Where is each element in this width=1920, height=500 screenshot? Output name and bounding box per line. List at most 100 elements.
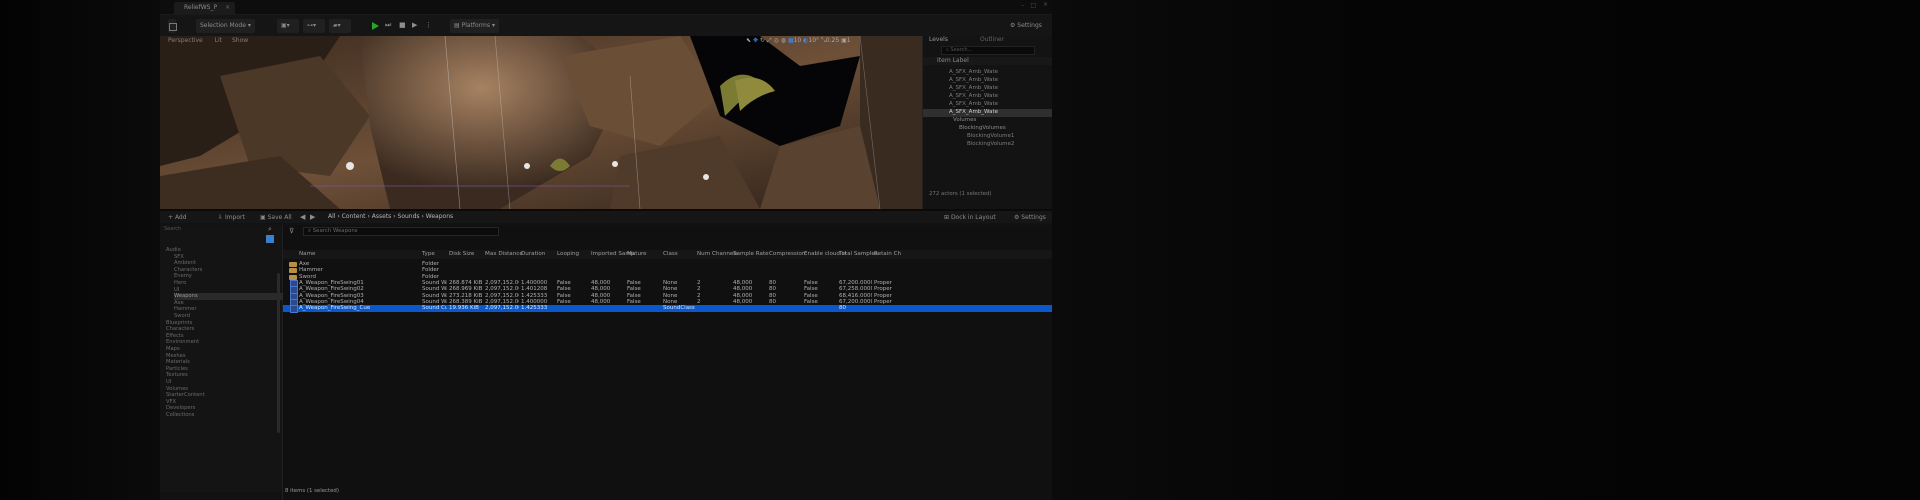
tree-search-field[interactable]: Search (164, 226, 264, 233)
play-options-icon[interactable]: ⋮ (425, 21, 432, 29)
tab-levels[interactable]: Levels (929, 36, 948, 44)
rotate-snap-value[interactable]: 10° (808, 37, 819, 44)
chevron-down-icon: ▾ (491, 22, 495, 29)
show-button[interactable]: Show (232, 37, 248, 44)
outliner-item[interactable]: A_SFX_Amb_Wate (949, 69, 998, 76)
settings-label: Settings (1017, 22, 1042, 29)
breadcrumb-content[interactable]: Content (342, 213, 366, 220)
back-icon[interactable]: ◀ (300, 213, 305, 221)
outliner-item[interactable]: A_SFX_Amb_Wate (949, 109, 998, 116)
column-header-loop[interactable]: Looping (557, 250, 579, 259)
outliner-search-field[interactable]: ⌕ Search... (941, 46, 1035, 55)
selection-mode-dropdown[interactable]: Selection Mode ▾ (196, 19, 255, 33)
blueprints-dropdown[interactable]: ⊶▾ (303, 19, 325, 33)
outliner-item[interactable]: BlockingVolume2 (967, 141, 1014, 148)
column-header-class[interactable]: Class (663, 250, 678, 259)
filter-icon[interactable]: ⊽ (289, 227, 294, 235)
eject-icon[interactable]: ▶ (412, 21, 417, 29)
play-button[interactable] (372, 22, 382, 32)
outliner-item[interactable]: A_SFX_Amb_Wate (949, 93, 998, 100)
folder-icon (289, 274, 297, 280)
minimize-button[interactable]: – (1021, 2, 1024, 9)
tree-filter-icon[interactable] (266, 235, 274, 243)
dock-in-layout-button[interactable]: ⊞ Dock in Layout (940, 211, 1000, 225)
outliner-status: 272 actors (1 selected) (929, 191, 992, 197)
column-header-type[interactable]: Type (422, 250, 435, 259)
content-browser: + Add ⇩ Import ▣ Save All ◀ ▶ All › Cont… (160, 209, 1052, 500)
outliner-item[interactable]: BlockingVolume1 (967, 133, 1014, 140)
platforms-label: Platforms (461, 22, 491, 29)
perspective-button[interactable]: Perspective (168, 37, 203, 44)
cinematics-dropdown[interactable]: ▰▾ (329, 19, 351, 33)
folder-tree: Search ⌕ Audio SFX Ambient Characters Enemy H… (160, 225, 284, 500)
step-icon[interactable]: ⏭ (385, 21, 391, 29)
outliner-search-placeholder: Search... (950, 47, 973, 53)
breadcrumb-all[interactable]: All (328, 213, 335, 220)
grid-snap-value[interactable]: 10 (794, 37, 802, 44)
breadcrumb-assets[interactable]: Assets (372, 213, 392, 220)
column-header-name[interactable]: Name (299, 250, 316, 259)
column-header-rate[interactable]: Sample Rate (733, 250, 769, 259)
content-settings-button[interactable]: ⚙ Settings (1010, 211, 1050, 225)
content-status: 8 items (1 selected) (285, 488, 339, 494)
outliner-item[interactable]: Volumes (953, 117, 976, 124)
translate-tool-icon[interactable]: ✥ (753, 37, 758, 44)
stop-icon[interactable]: ■ (399, 21, 406, 29)
create-dropdown[interactable]: ▣▾ (277, 19, 299, 33)
project-tab[interactable]: ReliefWS_P × (174, 2, 236, 14)
outliner-panel: Levels Outliner ⌕ Search... Item Label A… (922, 36, 1052, 209)
asset-search-input[interactable]: ⌕ Search Weapons (303, 227, 499, 236)
breadcrumb-sounds[interactable]: Sounds (398, 213, 420, 220)
world-icon[interactable]: ◎ (774, 37, 779, 44)
add-label: Add (174, 214, 187, 221)
save-button[interactable] (168, 19, 177, 33)
forward-icon[interactable]: ▶ (310, 213, 315, 221)
scale-tool-icon[interactable]: ⤢ (767, 37, 772, 44)
level-viewport[interactable]: Perspective Lit Show ⬉ ✥ ↻ ⤢ ◎ ◍ ▦10 ◐10… (160, 36, 922, 209)
cell-rate (733, 305, 767, 312)
select-tool-icon[interactable]: ⬉ (746, 37, 751, 44)
folder-icon (289, 268, 297, 274)
platforms-dropdown[interactable]: ▤ Platforms ▾ (450, 19, 499, 33)
column-header-disk[interactable]: Disk Size (449, 250, 474, 259)
column-header-chan[interactable]: Num Channels (697, 250, 738, 259)
tree-item[interactable]: Collections (166, 412, 194, 419)
column-header-mature[interactable]: Mature (627, 250, 647, 259)
breadcrumb-weapons[interactable]: Weapons (426, 213, 453, 220)
cell-imp (591, 305, 625, 312)
cell-total: 80 (839, 305, 846, 312)
asset-filter-bar: ⊽ ⌕ Search Weapons (283, 225, 1052, 237)
column-header-retain[interactable]: Retain Ch (874, 250, 901, 259)
column-header-total[interactable]: Total Samples (839, 250, 878, 259)
dock-in-layout-label: Dock in Layout (950, 214, 996, 221)
lit-button[interactable]: Lit (215, 37, 222, 44)
maximize-button[interactable]: □ (1030, 2, 1036, 9)
cell-cloud (804, 305, 837, 312)
tree-item[interactable]: Weapons (174, 293, 284, 301)
scale-snap-value[interactable]: 0.25 (826, 37, 839, 44)
add-button[interactable]: + Add (164, 211, 191, 225)
search-icon[interactable]: ⌕ (268, 225, 272, 233)
save-all-button[interactable]: ▣ Save All (256, 211, 296, 225)
content-settings-label: Settings (1021, 214, 1046, 221)
column-header-maxd[interactable]: Max Distance (485, 250, 523, 259)
tree-scrollbar[interactable] (277, 273, 280, 433)
import-button[interactable]: ⇩ Import (214, 211, 249, 225)
cell-mature (627, 305, 661, 312)
settings-button[interactable]: ⚙ Settings (1006, 19, 1046, 33)
outliner-item[interactable]: A_SFX_Amb_Wate (949, 85, 998, 92)
camera-speed-value[interactable]: 1 (847, 37, 851, 44)
surface-snap-icon[interactable]: ◍ (781, 37, 786, 44)
outliner-item[interactable]: A_SFX_Amb_Wate (949, 101, 998, 108)
column-header-comp[interactable]: Compression (769, 250, 805, 259)
close-button[interactable]: × (1043, 1, 1048, 8)
tab-outliner[interactable]: Outliner (980, 36, 1004, 44)
selected-table-row[interactable]: A_Weapon_FireSwing_Cue Sound Cue19.936 Ki… (283, 305, 1052, 314)
tab-close-icon[interactable]: × (225, 2, 230, 14)
outliner-item[interactable]: BlockingVolumes (959, 125, 1006, 132)
outliner-column-header[interactable]: Item Label (923, 57, 1052, 65)
rotate-tool-icon[interactable]: ↻ (760, 37, 765, 44)
outliner-item[interactable]: A_SFX_Amb_Wate (949, 77, 998, 84)
column-header-dur[interactable]: Duration (521, 250, 545, 259)
title-bar: ReliefWS_P × – □ × (160, 0, 1052, 15)
